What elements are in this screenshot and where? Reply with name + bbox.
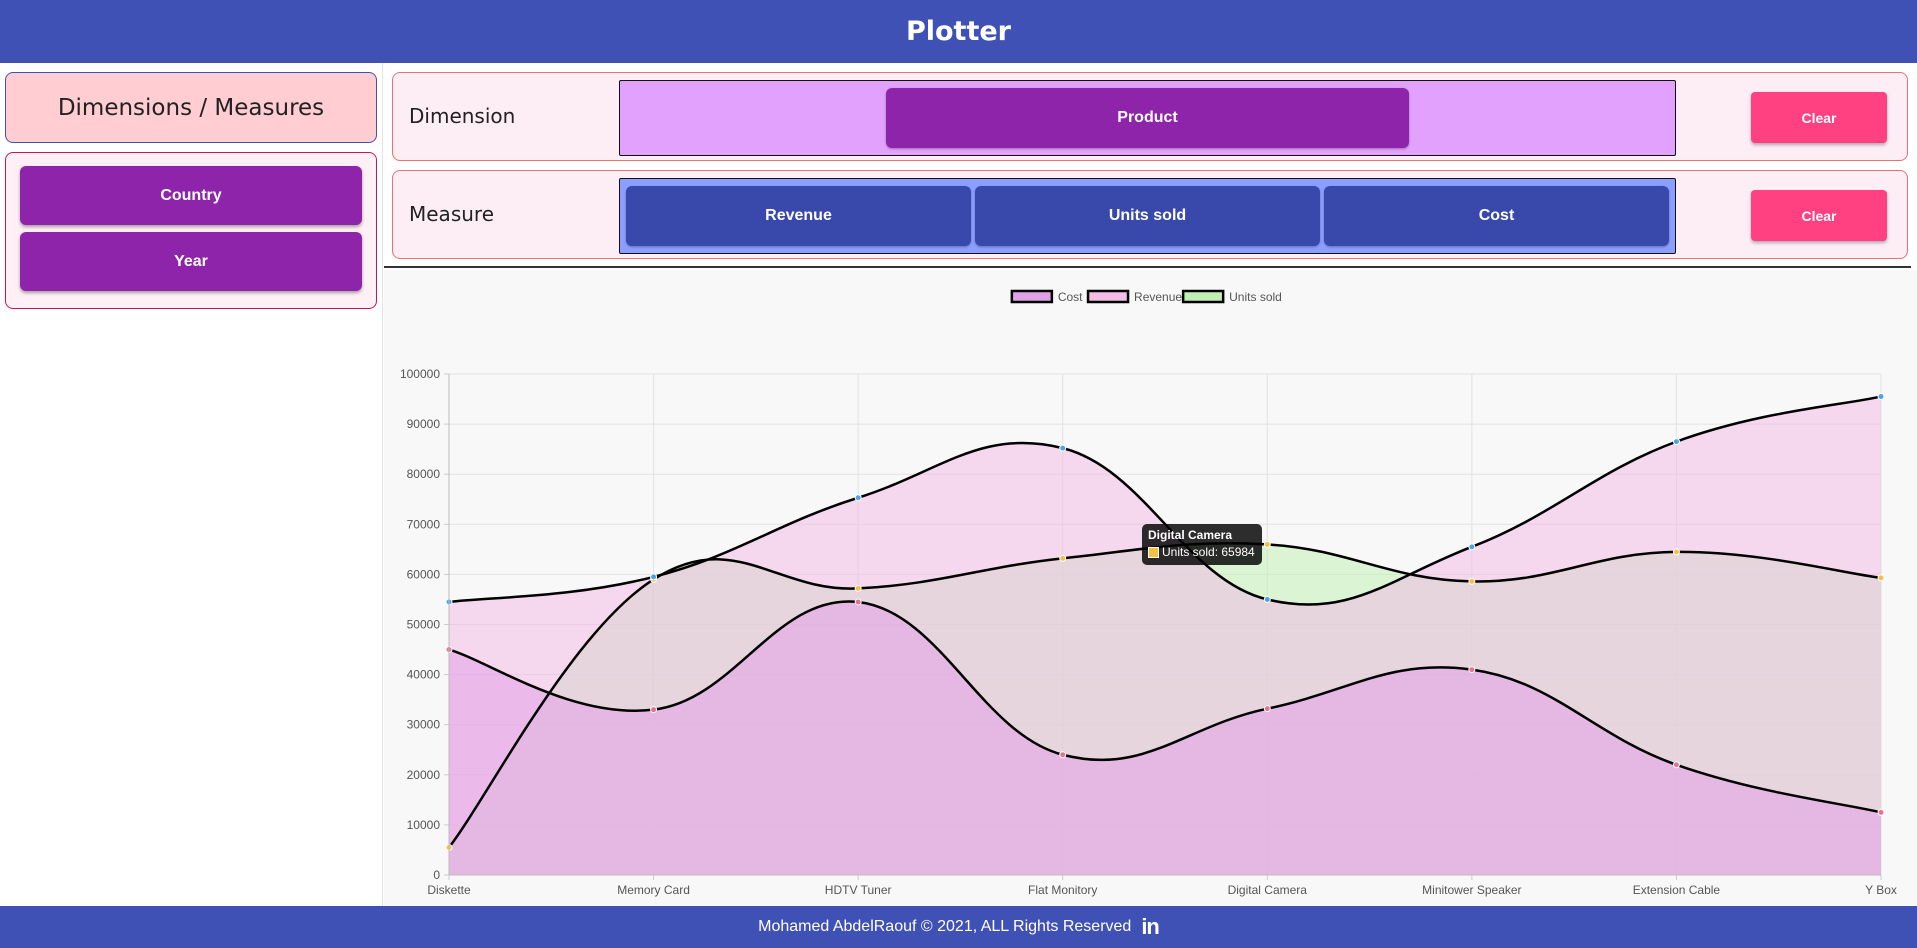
y-tick-label: 0 — [433, 868, 440, 882]
divider — [384, 266, 1911, 268]
point-units-sold-extension-cable — [1672, 548, 1680, 556]
clear-measure-button[interactable]: Clear — [1751, 190, 1887, 241]
field-year[interactable]: Year — [20, 232, 362, 291]
field-list: Country Year — [5, 152, 377, 309]
chart-areas — [449, 396, 1881, 875]
x-tick-label-extension-cable: Extension Cable — [1633, 883, 1721, 897]
y-tick-label: 20000 — [407, 768, 441, 782]
point-revenue-minitower-speaker — [1468, 543, 1476, 551]
footer-text: Mohamed AbdelRaouf © 2021, ALL Rights Re… — [758, 918, 1132, 935]
dimension-label: Dimension — [409, 104, 516, 128]
point-units-sold-digital-camera — [1263, 540, 1271, 548]
y-tick-label: 30000 — [407, 718, 441, 732]
chart-area: 0 10000 20000 30000 40000 50000 60000 70000 8000… — [384, 270, 1917, 906]
measure-chip-cost[interactable]: Cost — [1324, 186, 1669, 246]
dimension-chip-product[interactable]: Product — [886, 88, 1409, 148]
sidebar: Dimensions / Measures Country Year — [0, 63, 383, 906]
legend-label-revenue: Revenue — [1134, 290, 1182, 304]
point-revenue-y-box — [1877, 393, 1885, 401]
legend-swatch-units-sold — [1181, 289, 1225, 304]
legend-label-cost: Cost — [1058, 290, 1083, 304]
y-tick-label: 90000 — [407, 417, 441, 431]
measure-chip-units-sold[interactable]: Units sold — [975, 186, 1320, 246]
x-tick-label-digital-camera: Digital Camera — [1228, 883, 1308, 897]
chart-tooltip: Digital Camera Units sold: 65984 — [1142, 524, 1262, 565]
x-tick-label-flat-monitory: Flat Monitory — [1028, 883, 1097, 897]
tooltip-title: Digital Camera — [1148, 528, 1233, 542]
footer: Mohamed AbdelRaouf © 2021, ALL Rights Re… — [0, 906, 1917, 948]
measure-label: Measure — [409, 202, 494, 226]
x-tick-label-diskette: Diskette — [427, 883, 471, 897]
tooltip-body: Units sold: 65984 — [1148, 545, 1256, 559]
point-cost-digital-camera — [1263, 705, 1271, 713]
sidebar-header: Dimensions / Measures — [5, 72, 377, 143]
tooltip-swatch — [1148, 546, 1159, 558]
point-revenue-extension-cable — [1672, 438, 1680, 446]
point-units-sold-flat-monitory — [1059, 554, 1067, 562]
x-tick-label-y-box: Y Box — [1865, 883, 1897, 897]
point-cost-hdtv-tuner — [854, 598, 862, 606]
area-chart: 0 10000 20000 30000 40000 50000 60000 70000 8000… — [400, 289, 1897, 897]
dimension-drop-zone[interactable]: Product — [619, 80, 1676, 156]
y-tick-label: 80000 — [407, 467, 441, 481]
app-header: Plotter — [0, 0, 1917, 63]
chart-legend[interactable]: Cost Revenue Units sold — [1010, 289, 1282, 304]
point-revenue-memory-card — [650, 573, 658, 581]
point-revenue-flat-monitory — [1059, 444, 1067, 452]
point-cost-extension-cable — [1672, 761, 1680, 769]
measure-slot: Measure Revenue Units sold Cost Clear — [392, 170, 1908, 259]
x-tick-label-minitower-speaker: Minitower Speaker — [1422, 883, 1521, 897]
point-units-sold-minitower-speaker — [1468, 577, 1476, 585]
point-cost-y-box — [1877, 808, 1885, 816]
legend-swatch-cost — [1010, 289, 1054, 304]
point-revenue-hdtv-tuner — [854, 494, 862, 502]
y-tick-label: 70000 — [407, 517, 441, 531]
linkedin-icon[interactable]: in — [1141, 914, 1160, 940]
point-units-sold-y-box — [1877, 574, 1885, 582]
y-tick-label: 100000 — [400, 367, 440, 381]
main-panel: Dimension Product Clear Measure Revenue … — [384, 63, 1917, 906]
app-title: Plotter — [905, 16, 1012, 47]
measure-drop-zone[interactable]: Revenue Units sold Cost — [619, 178, 1676, 254]
measure-chip-revenue[interactable]: Revenue — [626, 186, 971, 246]
point-units-sold-hdtv-tuner — [854, 584, 862, 592]
point-revenue-digital-camera — [1263, 595, 1271, 603]
y-tick-label: 10000 — [407, 818, 441, 832]
legend-label-units-sold: Units sold — [1229, 290, 1282, 304]
y-tick-label: 40000 — [407, 668, 441, 682]
y-tick-label: 50000 — [407, 618, 441, 632]
y-tick-label: 60000 — [407, 567, 441, 581]
point-cost-minitower-speaker — [1468, 666, 1476, 674]
point-cost-memory-card — [650, 706, 658, 714]
point-cost-flat-monitory — [1059, 751, 1067, 759]
clear-dimension-button[interactable]: Clear — [1751, 92, 1887, 143]
dimension-slot: Dimension Product Clear — [392, 72, 1908, 161]
sidebar-title: Dimensions / Measures — [57, 94, 325, 121]
tooltip-value: Units sold: 65984 — [1162, 545, 1255, 559]
x-tick-label-memory-card: Memory Card — [617, 883, 690, 897]
legend-swatch-revenue — [1086, 289, 1130, 304]
x-tick-label-hdtv-tuner: HDTV Tuner — [825, 883, 892, 897]
field-country[interactable]: Country — [20, 166, 362, 225]
